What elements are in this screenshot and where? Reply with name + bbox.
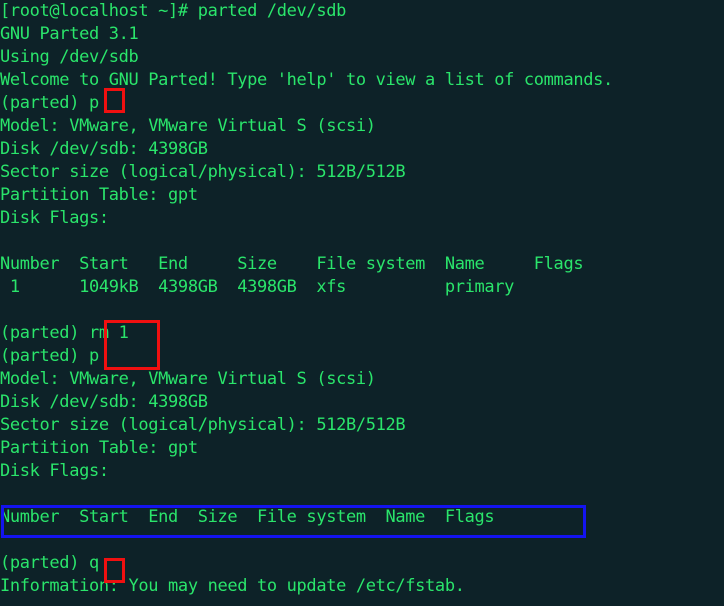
terminal-line: Partition Table: gpt (0, 438, 198, 458)
terminal-line: Number Start End Size File system Name F… (0, 254, 584, 274)
terminal-line: Model: VMware, VMware Virtual S (scsi) (0, 369, 376, 389)
terminal-line: Number Start End Size File system Name F… (0, 507, 495, 527)
terminal-line: 1 1049kB 4398GB 4398GB xfs primary (0, 277, 515, 297)
terminal-line: [root@localhost ~]# parted /dev/sdb (0, 1, 346, 21)
terminal-line: Sector size (logical/physical): 512B/512… (0, 162, 406, 182)
terminal-line: (parted) rm 1 (0, 323, 129, 343)
terminal-line: Disk Flags: (0, 208, 109, 228)
terminal-line: (parted) p (0, 346, 99, 366)
terminal-line: Using /dev/sdb (0, 47, 139, 67)
terminal-line: Welcome to GNU Parted! Type 'help' to vi… (0, 70, 613, 90)
terminal-line: Disk Flags: (0, 461, 109, 481)
terminal-line: (parted) q (0, 553, 99, 573)
terminal-window[interactable]: [root@localhost ~]# parted /dev/sdb GNU P… (0, 0, 724, 606)
terminal-line: Model: VMware, VMware Virtual S (scsi) (0, 116, 376, 136)
terminal-line: GNU Parted 3.1 (0, 24, 139, 44)
terminal-line: Sector size (logical/physical): 512B/512… (0, 415, 406, 435)
terminal-screen[interactable]: [root@localhost ~]# parted /dev/sdb GNU P… (0, 0, 724, 598)
terminal-line: Disk /dev/sdb: 4398GB (0, 392, 208, 412)
terminal-line: Information: You may need to update /etc… (0, 576, 465, 596)
terminal-line: (parted) p (0, 93, 99, 113)
terminal-line: Partition Table: gpt (0, 185, 198, 205)
terminal-line: Disk /dev/sdb: 4398GB (0, 139, 208, 159)
